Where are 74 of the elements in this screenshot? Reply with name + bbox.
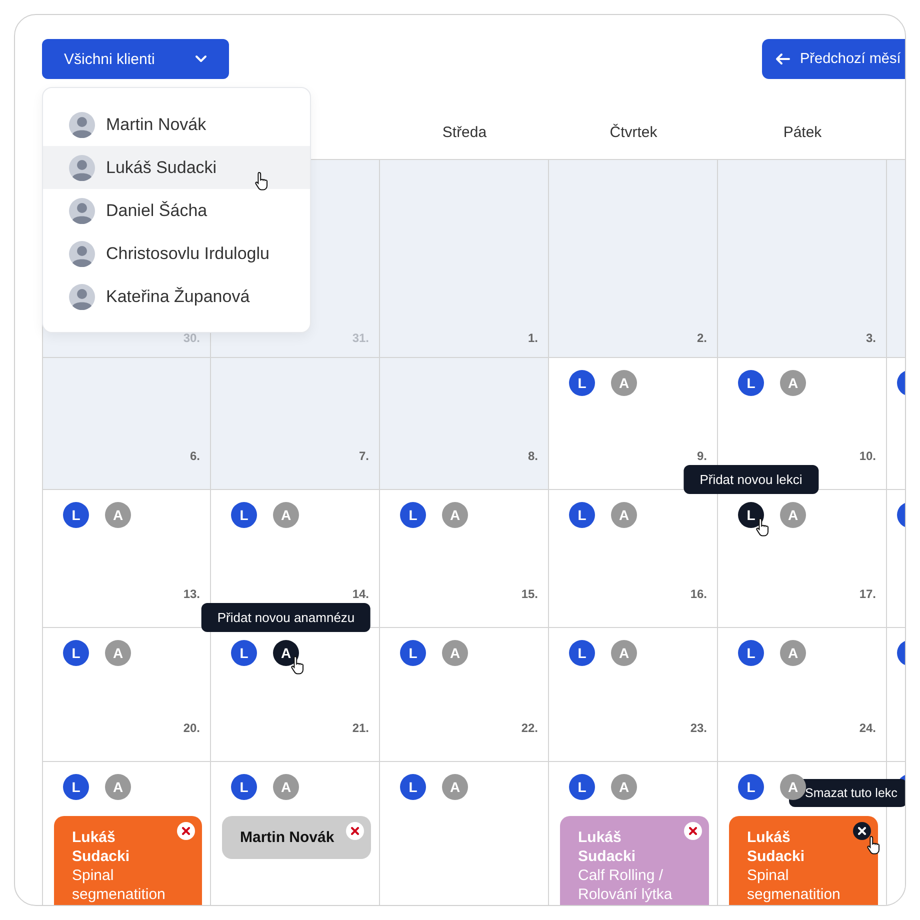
add-lesson-button[interactable]: L [569,640,595,666]
add-anamnesis-button[interactable]: A [273,640,299,666]
close-icon [858,827,866,835]
day-number: 3. [866,331,876,345]
day-number: 10. [859,449,876,463]
client-name: Lukáš Sudacki [72,828,131,866]
lesson-title: Calf Rolling / Rolování lýtka [578,866,674,904]
add-lesson-button[interactable]: L [63,502,89,528]
add-lesson-button[interactable]: L [231,640,257,666]
day-number: 8. [528,449,538,463]
weekday-header: Pátek [783,124,822,140]
day-number: 17. [859,587,876,601]
day-number: 9. [696,449,707,463]
close-icon [689,827,697,835]
pointer-cursor-icon [254,171,270,191]
client-menu-item[interactable]: Kateřina Županová [43,275,310,318]
previous-month-button[interactable]: Předchozí měsí [762,39,905,79]
day-number: 13. [183,587,200,601]
add-lesson-button[interactable]: L [400,640,426,666]
tooltip: Přidat novou anamnézu [201,603,371,632]
add-lesson-button[interactable]: L [569,502,595,528]
lesson-card[interactable]: Martin Novák [222,816,371,859]
client-menu-item[interactable]: Daniel Šácha [43,189,310,232]
avatar-icon [69,240,95,266]
add-lesson-button[interactable]: L [738,640,764,666]
avatar-icon [69,112,95,138]
day-number: 15. [521,587,538,601]
pointer-cursor-icon [866,835,882,855]
client-name: Lukáš Sudacki [747,828,806,866]
add-lesson-button[interactable]: L [738,502,764,528]
day-number: 22. [521,721,538,735]
client-name: Lukáš Sudacki [578,828,637,866]
add-lesson-button[interactable]: L [63,774,89,800]
day-number: 6. [190,449,200,463]
arrow-left-icon [775,53,790,65]
day-number: 1. [528,331,538,345]
add-lesson-button[interactable]: L [569,774,595,800]
day-number: 30. [183,331,200,345]
add-lesson-button[interactable]: L [231,502,257,528]
day-number: 7. [358,449,369,463]
client-filter-dropdown[interactable]: Všichni klienti [42,39,229,79]
add-lesson-button[interactable]: L [738,370,764,396]
avatar-icon [69,198,95,224]
close-icon [351,827,359,835]
client-menu-item[interactable]: Lukáš Sudacki [43,146,310,189]
avatar-icon [69,154,95,180]
client-name: Martin Novák [240,828,336,847]
lesson-title: Spinal segmenatition [72,866,166,904]
chevron-down-icon [195,55,207,63]
client-menu-item[interactable]: Martin Novák [43,103,310,146]
day-number: 31. [352,331,369,345]
client-menu-item[interactable]: Christosovlu Irduloglu [43,232,310,275]
tooltip: Přidat novou lekci [684,465,818,494]
day-number: 24. [859,721,876,735]
day-number: 16. [690,587,707,601]
add-lesson-button[interactable]: L [569,370,595,396]
add-lesson-button[interactable]: L [400,774,426,800]
day-number: 2. [696,331,707,345]
add-lesson-button[interactable]: L [63,640,89,666]
day-number: 14. [352,587,369,601]
add-lesson-button[interactable]: L [231,774,257,800]
avatar-icon [69,284,95,310]
add-lesson-button[interactable]: L [400,502,426,528]
day-number: 20. [183,721,200,735]
weekday-header: Čtvrtek [610,124,658,140]
day-number: 23. [690,721,707,735]
add-lesson-button[interactable]: L [738,774,764,800]
close-icon [182,827,190,835]
day-number: 21. [352,721,369,735]
delete-button[interactable] [853,822,871,840]
weekday-header: Středa [442,124,487,140]
pointer-cursor-icon [755,517,771,537]
lesson-title: Spinal segmenatition [747,866,842,904]
pointer-cursor-icon [290,655,306,675]
